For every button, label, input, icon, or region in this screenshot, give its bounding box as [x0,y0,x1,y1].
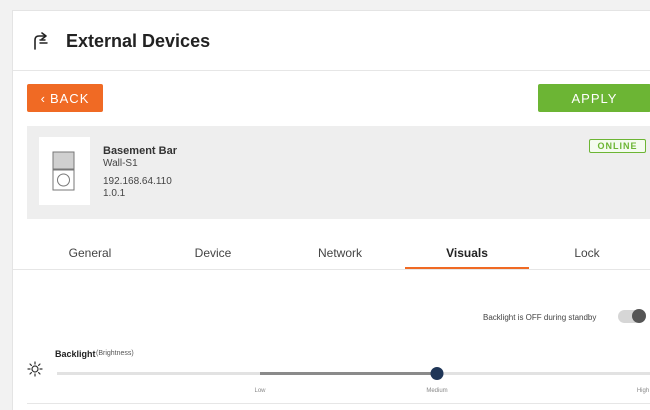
device-ip-address: 192.168.64.110 [103,176,172,187]
apply-button[interactable]: APPLY [538,84,650,112]
external-devices-panel: External Devices ‹ BACK APPLY Basement B… [12,10,650,410]
device-card: Basement Bar Wall-S1 192.168.64.110 1.0.… [27,126,650,219]
tab-lock[interactable]: Lock [574,246,599,260]
standby-toggle[interactable] [618,309,646,323]
backlight-slider[interactable] [57,367,650,387]
slider-selected-segment [260,372,437,375]
slider-thumb[interactable] [430,367,444,380]
toggle-knob [632,309,646,323]
external-devices-icon [34,32,48,50]
tab-device[interactable]: Device [195,246,232,260]
device-name: Basement Bar [103,145,177,157]
tab-network[interactable]: Network [318,246,362,260]
active-tab-indicator [405,267,529,269]
backlight-title: Backlight [55,349,96,359]
page-header: External Devices [13,11,650,71]
device-version: 1.0.1 [103,188,126,199]
slider-level-medium: Medium [426,388,448,394]
standby-label: Backlight is OFF during standby [483,313,597,322]
tab-general[interactable]: General [69,246,112,260]
device-thumbnail-icon [39,137,90,205]
tab-bar: General Device Network Visuals Lock [13,242,650,270]
brightness-icon [27,361,43,377]
backlight-subtitle: (Brightness) [96,350,134,357]
page-title: External Devices [66,31,211,51]
chevron-left-icon: ‹ [40,90,46,106]
tab-visuals[interactable]: Visuals [446,246,488,260]
status-badge: ONLINE [589,139,646,153]
back-button-label: BACK [49,90,90,106]
slider-level-high: High [636,388,650,394]
section-divider [27,403,650,404]
slider-level-low: Low [254,388,266,394]
device-model: Wall-S1 [103,158,138,169]
back-button[interactable]: ‹ BACK [27,84,103,112]
